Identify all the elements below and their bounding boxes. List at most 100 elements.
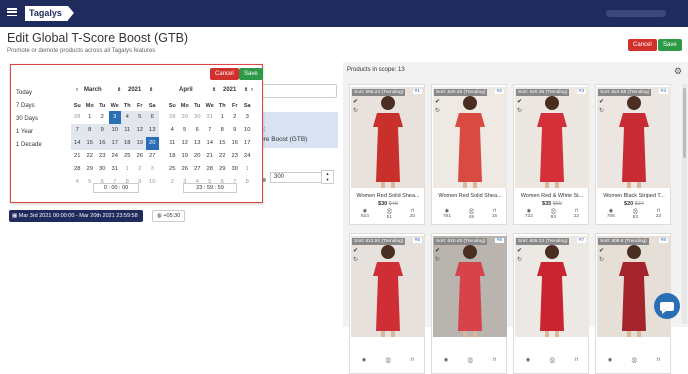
- check-icon[interactable]: ✔: [353, 247, 358, 254]
- calendar-day[interactable]: 6: [146, 111, 159, 124]
- check-icon[interactable]: ✔: [353, 98, 358, 105]
- year-select-left[interactable]: 2021: [128, 87, 141, 93]
- calendar-day[interactable]: 7: [204, 124, 217, 137]
- cancel-button[interactable]: Cancel: [628, 39, 657, 51]
- chat-icon[interactable]: [654, 293, 680, 319]
- check-icon[interactable]: ✔: [517, 98, 522, 105]
- calendar-day[interactable]: 14: [71, 137, 84, 150]
- refresh-icon[interactable]: ↻: [599, 107, 604, 114]
- end-hour[interactable]: 23: [196, 185, 202, 191]
- calendar-day[interactable]: 20: [146, 137, 159, 150]
- range-30-days[interactable]: 30 Days: [16, 113, 42, 126]
- calendar-day[interactable]: 10: [108, 124, 121, 137]
- calendar-day[interactable]: 15: [83, 137, 96, 150]
- check-icon[interactable]: ✔: [435, 247, 440, 254]
- check-icon[interactable]: ✔: [599, 247, 604, 254]
- refresh-icon[interactable]: ↻: [435, 107, 440, 114]
- calendar-day[interactable]: 4: [121, 111, 134, 124]
- calendar-day[interactable]: 19: [179, 150, 192, 163]
- calendar-day[interactable]: 16: [96, 137, 109, 150]
- calendar-day[interactable]: 29: [179, 111, 192, 124]
- product-card[interactable]: Sort: 640.35 (Trending) #2 ✔ ↻ Women Red…: [431, 84, 507, 225]
- picker-cancel-button[interactable]: Cancel: [210, 68, 239, 80]
- calendar-day[interactable]: 28: [71, 163, 84, 176]
- calendar-day[interactable]: 24: [109, 150, 122, 163]
- calendar-day[interactable]: 30: [191, 111, 204, 124]
- calendar-day[interactable]: 31: [109, 163, 122, 176]
- product-name[interactable]: Women Black Striped T...: [600, 193, 668, 199]
- range-1-year[interactable]: 1 Year: [16, 126, 42, 139]
- calendar-day[interactable]: 13: [146, 124, 159, 137]
- end-time-input[interactable]: 23 : 59 : 59: [183, 183, 237, 193]
- product-card[interactable]: Sort: 665.24 (Trending) #1 ✔ ↻ Women Red…: [349, 84, 425, 225]
- calendar-day[interactable]: 4: [166, 124, 179, 137]
- start-minute[interactable]: 00: [111, 185, 117, 191]
- save-button[interactable]: Save: [658, 39, 682, 51]
- end-minute[interactable]: 59: [207, 185, 213, 191]
- calendar-day[interactable]: 28: [204, 163, 217, 176]
- calendar-day[interactable]: 11: [166, 137, 179, 150]
- calendar-day[interactable]: 9: [229, 124, 242, 137]
- calendar-day[interactable]: 16: [229, 137, 242, 150]
- calendar-day[interactable]: 17: [108, 137, 121, 150]
- range-7-days[interactable]: 7 Days: [16, 100, 42, 113]
- calendar-day[interactable]: 2: [134, 163, 147, 176]
- calendar-day[interactable]: 3: [108, 111, 121, 124]
- calendar-day[interactable]: 17: [241, 137, 254, 150]
- calendar-day[interactable]: 18: [121, 137, 134, 150]
- product-card[interactable]: Sort: 624.68 (Trending) #4 ✔ ↻ Women Bla…: [595, 84, 671, 225]
- text-input[interactable]: [253, 84, 337, 98]
- product-card[interactable]: Sort: 609.22 (Trending) #7 ✔ ↻ ◉ ⛒ ⊓: [513, 233, 589, 374]
- calendar-day[interactable]: 12: [179, 137, 192, 150]
- refresh-icon[interactable]: ↻: [517, 107, 522, 114]
- calendar-day[interactable]: 11: [121, 124, 134, 137]
- calendar-day[interactable]: 30: [229, 163, 242, 176]
- calendar-day[interactable]: 15: [216, 137, 229, 150]
- menu-icon[interactable]: [7, 8, 17, 16]
- month-select-left[interactable]: March: [84, 87, 102, 93]
- product-name[interactable]: Women Red Solid Shea...: [354, 193, 422, 199]
- calendar-day[interactable]: 26: [134, 150, 147, 163]
- check-icon[interactable]: ✔: [517, 247, 522, 254]
- start-time-input[interactable]: 0 : 00 : 00: [93, 183, 139, 193]
- calendar-day[interactable]: 22: [84, 150, 97, 163]
- calendar-day[interactable]: 1: [241, 163, 254, 176]
- end-second[interactable]: 59: [218, 185, 224, 191]
- start-hour[interactable]: 0: [104, 185, 107, 191]
- next-month-icon[interactable]: ›: [251, 87, 253, 93]
- calendar-day[interactable]: 18: [166, 150, 179, 163]
- calendar-day[interactable]: 3: [241, 111, 254, 124]
- calendar-day[interactable]: 21: [71, 150, 84, 163]
- calendar-day[interactable]: 3: [146, 163, 159, 176]
- product-card[interactable]: Sort: 612.91 (Trending) #5 ✔ ↻ ◉ ⛒ ⊓: [349, 233, 425, 374]
- calendar-day[interactable]: 10: [241, 124, 254, 137]
- start-second[interactable]: 00: [122, 185, 128, 191]
- calendar-day[interactable]: 5: [179, 124, 192, 137]
- calendar-day[interactable]: 24: [241, 150, 254, 163]
- refresh-icon[interactable]: ↻: [599, 256, 604, 263]
- calendar-day[interactable]: 8: [216, 124, 229, 137]
- timezone-chip[interactable]: ◍ +05:30: [152, 210, 186, 222]
- calendar-day[interactable]: 1: [216, 111, 229, 124]
- product-card[interactable]: Sort: 640.36 (Trending) #3 ✔ ↻ Women Red…: [513, 84, 589, 225]
- calendar-day[interactable]: 22: [216, 150, 229, 163]
- calendar-day[interactable]: 23: [229, 150, 242, 163]
- calendar-day[interactable]: 12: [133, 124, 146, 137]
- calendar-day[interactable]: 29: [84, 163, 97, 176]
- refresh-icon[interactable]: ↻: [517, 256, 522, 263]
- month-select-right[interactable]: April: [179, 87, 193, 93]
- calendar-day[interactable]: 25: [166, 163, 179, 176]
- calendar-day[interactable]: 25: [121, 150, 134, 163]
- calendar-day[interactable]: 1: [84, 111, 97, 124]
- calendar-day[interactable]: 27: [146, 150, 159, 163]
- calendar-day[interactable]: 6: [191, 124, 204, 137]
- calendar-day[interactable]: 2: [229, 111, 242, 124]
- calendar-day[interactable]: 28: [166, 111, 179, 124]
- calendar-day[interactable]: 4: [71, 176, 84, 189]
- prev-month-icon[interactable]: ‹: [76, 87, 78, 93]
- product-card[interactable]: Sort: 610.45 (Trending) #6 ✔ ↻ ◉ ⛒ ⊓: [431, 233, 507, 374]
- calendar-day[interactable]: 9: [96, 124, 109, 137]
- calendar-day[interactable]: 23: [96, 150, 109, 163]
- calendar-day[interactable]: 20: [191, 150, 204, 163]
- refresh-icon[interactable]: ↻: [353, 107, 358, 114]
